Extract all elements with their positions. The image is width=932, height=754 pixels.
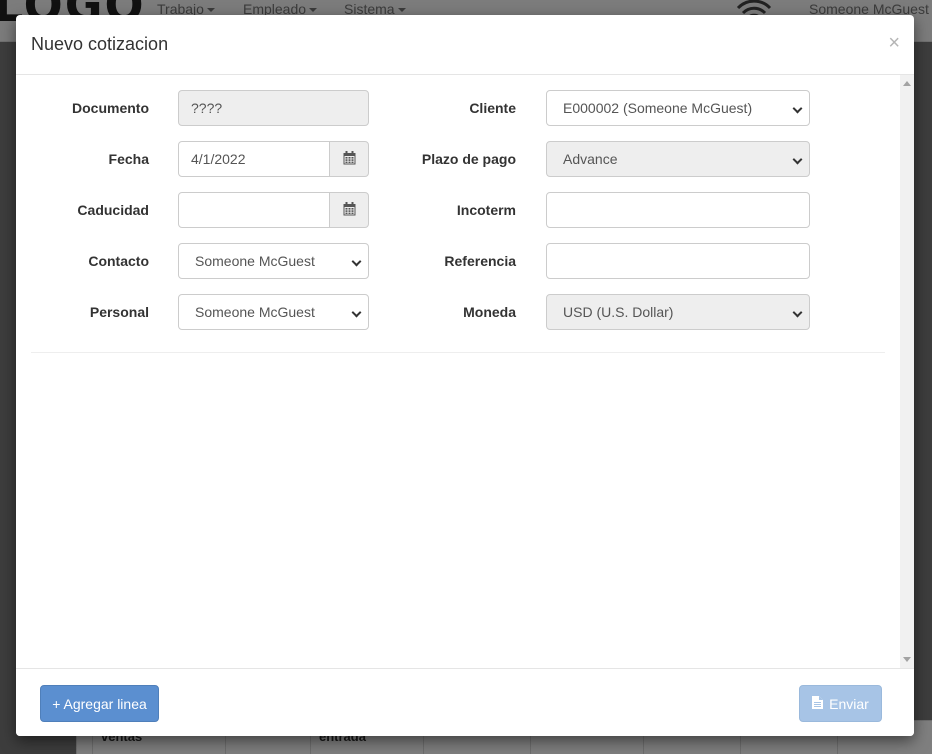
modal-footer: + Agregar linea Enviar (16, 668, 914, 736)
calendar-icon (343, 150, 356, 168)
moneda-select[interactable]: USD (U.S. Dollar) (546, 294, 810, 330)
incoterm-label: Incoterm (456, 202, 516, 218)
section-divider (31, 352, 885, 353)
modal-scrollbar[interactable] (900, 75, 914, 668)
personal-select[interactable]: Someone McGuest (178, 294, 369, 330)
contacto-label: Contacto (88, 253, 149, 269)
contacto-select-value: Someone McGuest (195, 253, 315, 269)
fecha-calendar-button[interactable] (329, 141, 369, 177)
moneda-label: Moneda (463, 304, 516, 320)
cliente-select-value: E000002 (Someone McGuest) (563, 100, 753, 116)
send-button[interactable]: Enviar (799, 685, 882, 722)
plazo-de-pago-select-value: Advance (563, 151, 618, 167)
moneda-select-value: USD (U.S. Dollar) (563, 304, 674, 320)
cliente-label: Cliente (469, 100, 516, 116)
modal-title: Nuevo cotizacion (31, 34, 169, 54)
chevron-down-icon (351, 256, 362, 267)
plazo-de-pago-select[interactable]: Advance (546, 141, 810, 177)
plazo-de-pago-label: Plazo de pago (421, 151, 516, 167)
referencia-label: Referencia (444, 253, 516, 269)
caducidad-label: Caducidad (77, 202, 149, 218)
documento-label: Documento (72, 100, 149, 116)
cliente-select[interactable]: E000002 (Someone McGuest) (546, 90, 810, 126)
calendar-icon (343, 201, 356, 219)
chevron-down-icon (792, 103, 803, 114)
modal-header: Nuevo cotizacion × (16, 15, 914, 75)
chevron-down-icon (351, 307, 362, 318)
personal-select-value: Someone McGuest (195, 304, 315, 320)
document-icon (812, 695, 824, 712)
caducidad-input[interactable] (178, 192, 330, 228)
chevron-down-icon (792, 154, 803, 165)
scroll-up-icon[interactable] (903, 81, 911, 86)
contacto-select[interactable]: Someone McGuest (178, 243, 369, 279)
add-line-button[interactable]: + Agregar linea (40, 685, 159, 722)
close-icon[interactable]: × (888, 33, 900, 53)
chevron-down-icon (792, 307, 803, 318)
modal-body: Documento ???? Fecha 4/1/2022 Caducidad … (16, 75, 900, 668)
incoterm-input[interactable] (546, 192, 810, 228)
send-button-label: Enviar (829, 695, 869, 712)
documento-field: ???? (178, 90, 369, 126)
scroll-down-icon[interactable] (903, 657, 911, 662)
fecha-label: Fecha (108, 151, 149, 167)
personal-label: Personal (89, 304, 149, 320)
referencia-input[interactable] (546, 243, 810, 279)
fecha-input[interactable]: 4/1/2022 (178, 141, 330, 177)
caducidad-calendar-button[interactable] (329, 192, 369, 228)
new-quote-modal: Nuevo cotizacion × Documento ???? Fecha … (16, 15, 914, 736)
